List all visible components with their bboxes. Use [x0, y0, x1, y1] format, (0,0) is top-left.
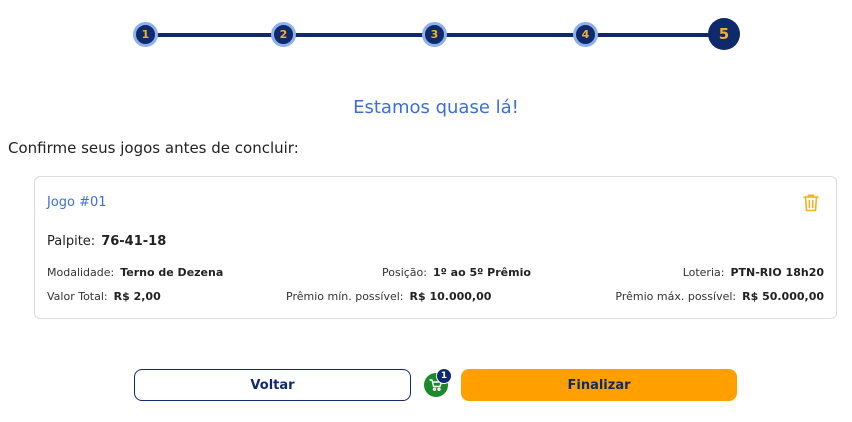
premio-max-cell: Prêmio máx. possível: R$ 50.000,00	[615, 290, 824, 303]
premio-min-cell: Prêmio mín. possível: R$ 10.000,00	[286, 290, 491, 303]
page-subtitle: Confirme seus jogos antes de concluir:	[8, 139, 299, 157]
valor-value: R$ 2,00	[113, 290, 161, 303]
guess-line: Palpite: 76-41-18	[47, 234, 166, 249]
loteria-cell: Loteria: PTN-RIO 18h20	[683, 266, 824, 279]
finish-button[interactable]: Finalizar	[461, 369, 737, 401]
valor-cell: Valor Total: R$ 2,00	[47, 290, 161, 303]
step-3: 3	[422, 22, 447, 47]
step-5-current: 5	[708, 18, 740, 50]
posicao-label: Posição:	[382, 266, 427, 279]
modalidade-label: Modalidade:	[47, 266, 115, 279]
step-4: 4	[573, 22, 598, 47]
game-title: Jogo #01	[47, 195, 107, 210]
step-1: 1	[133, 22, 158, 47]
progress-stepper: 1 2 3 4 5	[0, 18, 852, 50]
back-button[interactable]: Voltar	[134, 369, 411, 401]
loteria-label: Loteria:	[682, 266, 725, 279]
premio-max-value: R$ 50.000,00	[742, 290, 824, 303]
valor-label: Valor Total:	[47, 290, 108, 303]
page-headline: Estamos quase lá!	[353, 97, 519, 118]
premio-max-label: Prêmio máx. possível:	[615, 290, 737, 303]
guess-value: 76-41-18	[101, 234, 167, 249]
loteria-value: PTN-RIO 18h20	[730, 266, 824, 279]
guess-label: Palpite:	[47, 234, 96, 249]
delete-game-button[interactable]	[802, 193, 820, 213]
cart-count-badge: 1	[436, 368, 452, 384]
posicao-cell: Posição: 1º ao 5º Prêmio	[382, 266, 531, 279]
modalidade-cell: Modalidade: Terno de Dezena	[47, 266, 223, 279]
step-2: 2	[271, 22, 296, 47]
trash-icon	[803, 194, 819, 212]
modalidade-value: Terno de Dezena	[120, 266, 224, 279]
premio-min-value: R$ 10.000,00	[409, 290, 492, 303]
premio-min-label: Prêmio mín. possível:	[286, 290, 404, 303]
posicao-value: 1º ao 5º Prêmio	[432, 266, 531, 279]
game-card: Jogo #01 Palpite: 76-41-18 Modalidade: Ter…	[34, 176, 837, 319]
